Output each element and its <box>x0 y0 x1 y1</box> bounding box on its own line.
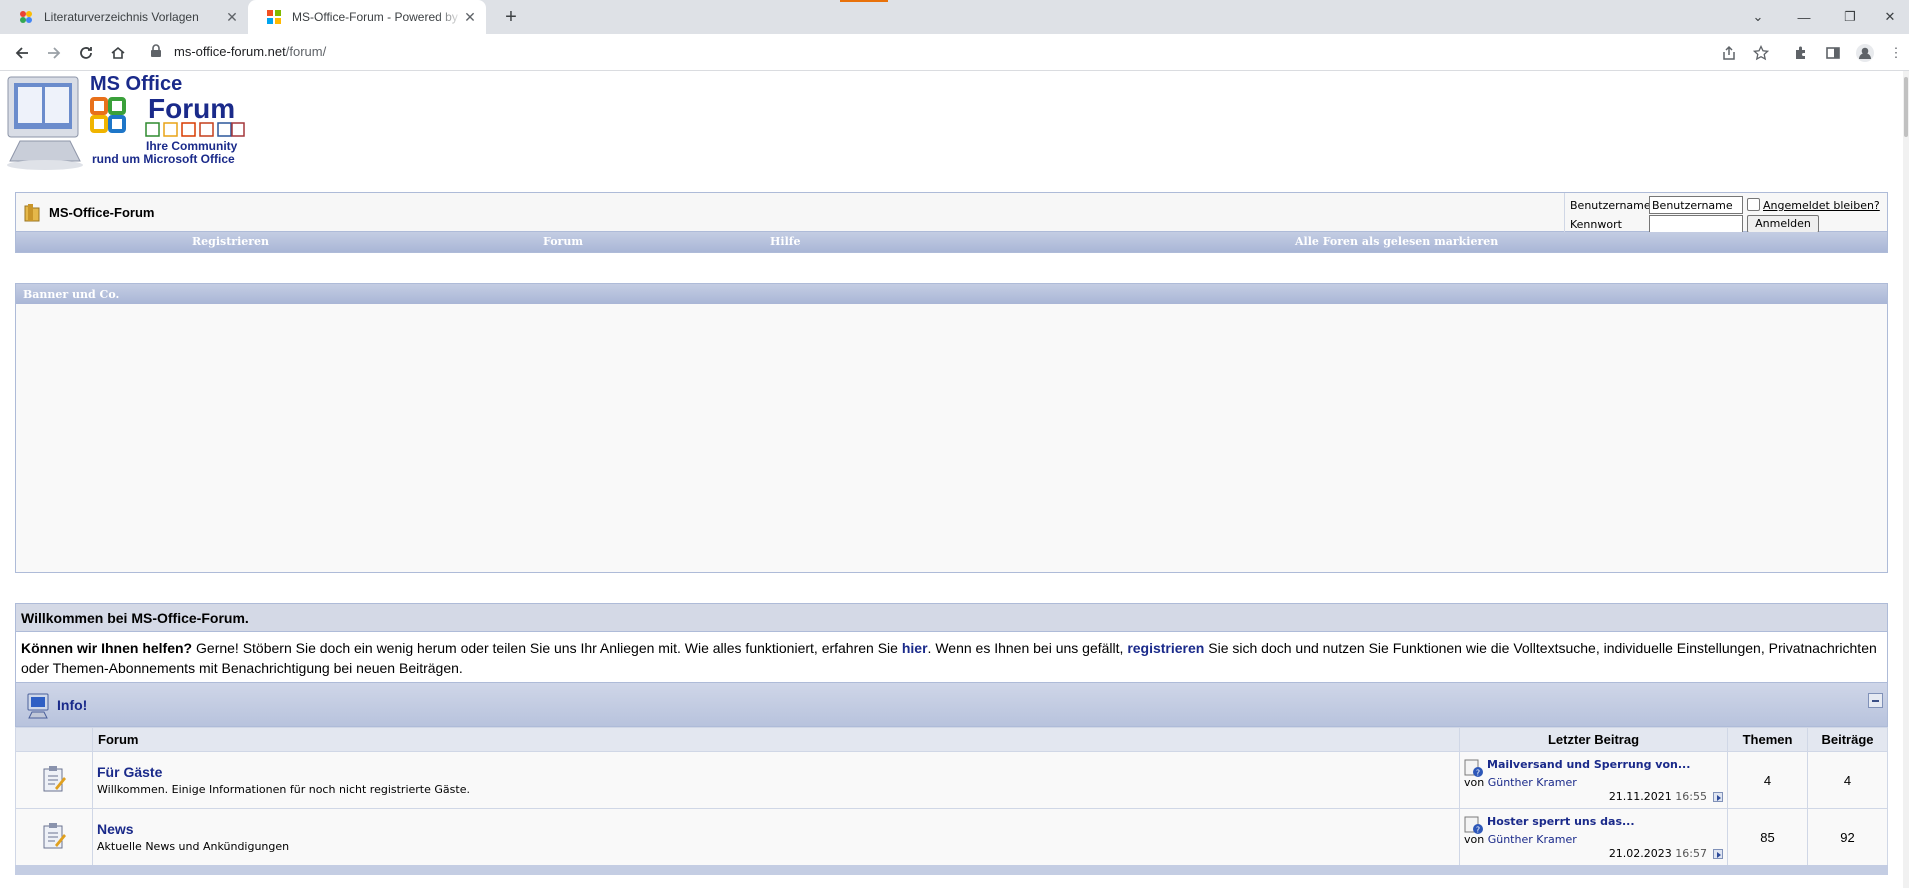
tab-title: MS-Office-Forum - Powered by vBulletin <box>292 10 462 24</box>
forum-status-icon <box>15 808 93 866</box>
table-row: News Aktuelle News und Ankündigungen ? H… <box>15 808 1888 866</box>
forum-title-link[interactable]: News <box>97 821 1455 837</box>
author-link[interactable]: Günther Kramer <box>1488 833 1577 846</box>
scrollbar-thumb[interactable] <box>1904 77 1908 137</box>
minimize-button[interactable]: — <box>1781 0 1827 34</box>
home-button[interactable] <box>106 41 130 65</box>
browser-toolbar: ms-office-forum.net/forum/ ⋮ <box>0 34 1909 71</box>
back-button[interactable] <box>10 41 34 65</box>
collapse-category-icon[interactable] <box>1868 693 1883 708</box>
reload-button[interactable] <box>74 41 98 65</box>
site-logo[interactable]: MS Office Forum Ihre Community rund um M… <box>0 71 260 171</box>
main-menu: Registrieren Forum Hilfe Alle Foren als … <box>15 232 1888 253</box>
computer-category-icon <box>26 692 52 723</box>
menu-help[interactable]: Hilfe <box>770 235 800 248</box>
office-apps-logo-icon <box>90 97 126 133</box>
last-post-date: 21.02.2023 16:57 <box>1608 847 1707 860</box>
menu-register[interactable]: Registrieren <box>192 235 269 248</box>
page-content: MS Office Forum Ihre Community rund um M… <box>0 71 1909 888</box>
share-icon[interactable] <box>1718 42 1740 64</box>
forum-cell: News Aktuelle News und Ankündigungen <box>92 808 1460 866</box>
remember-me-label[interactable]: Angemeldet bleiben? <box>1763 199 1880 212</box>
thread-count: 4 <box>1727 751 1808 809</box>
table-header-row: Forum Letzter Beitrag Themen Beiträge <box>15 727 1888 752</box>
banner-box: Banner und Co. <box>15 283 1888 573</box>
logo-tagline-1: Ihre Community <box>146 139 238 153</box>
new-tab-button[interactable]: + <box>497 4 525 30</box>
close-tab-icon[interactable]: ✕ <box>224 9 240 25</box>
welcome-box: Willkommen bei MS-Office-Forum. Können w… <box>15 603 1888 683</box>
password-input[interactable] <box>1649 215 1743 233</box>
last-post-title-link[interactable]: Mailversand und Sperrung von... <box>1487 758 1690 771</box>
category-header: Info! <box>15 683 1888 727</box>
browser-menu-icon[interactable]: ⋮ <box>1885 42 1907 64</box>
table-row: Für Gäste Willkommen. Einige Information… <box>15 751 1888 809</box>
forward-button[interactable] <box>42 41 66 65</box>
forum-title-link[interactable]: Für Gäste <box>97 764 1455 780</box>
lock-icon[interactable] <box>150 44 162 61</box>
last-post-date: 21.11.2021 16:55 <box>1608 790 1707 803</box>
go-to-last-post-icon[interactable] <box>1713 849 1723 859</box>
address-bar[interactable]: ms-office-forum.net/forum/ <box>144 37 1754 67</box>
extensions-puzzle-icon[interactable] <box>1790 42 1812 64</box>
bookmark-star-icon[interactable] <box>1750 42 1772 64</box>
menu-forum[interactable]: Forum <box>543 235 583 248</box>
login-submit-button[interactable]: Anmelden <box>1747 215 1819 233</box>
username-input[interactable] <box>1649 196 1743 214</box>
page-scrollbar[interactable] <box>1903 71 1909 888</box>
side-panel-icon[interactable] <box>1822 42 1844 64</box>
help-link[interactable]: hier <box>902 640 928 656</box>
office-favicon-icon <box>266 9 282 25</box>
header-icon-col <box>15 727 93 752</box>
google-docs-favicon-icon <box>18 9 34 25</box>
category-title[interactable]: Info! <box>57 697 87 713</box>
monitor-logo-icon <box>7 76 83 170</box>
password-label: Kennwort <box>1570 218 1622 231</box>
forum-cell: Für Gäste Willkommen. Einige Information… <box>92 751 1460 809</box>
forum-description: Willkommen. Einige Informationen für noc… <box>97 783 470 796</box>
url-text: ms-office-forum.net/forum/ <box>174 44 327 59</box>
header-threads: Themen <box>1727 727 1808 752</box>
last-post-cell: ? Hoster sperrt uns das... von Günther K… <box>1459 808 1728 866</box>
welcome-text: Können wir Ihnen helfen? Gerne! Stöbern … <box>21 640 1877 676</box>
forum-table: Forum Letzter Beitrag Themen Beiträge Fü… <box>15 727 1888 866</box>
forum-description: Aktuelle News und Ankündigungen <box>97 840 290 853</box>
tab-literaturverzeichnis[interactable]: Literaturverzeichnis Vorlagen ✕ <box>0 0 248 34</box>
username-label: Benutzername <box>1570 199 1651 212</box>
login-form: Benutzername Angemeldet bleiben? Kennwor… <box>1564 193 1889 233</box>
tab-title: Literaturverzeichnis Vorlagen <box>44 10 199 24</box>
last-post-author: von Günther Kramer <box>1464 833 1577 846</box>
table-footer-bar <box>15 865 1888 875</box>
navbar: MS-Office-Forum Benutzername Angemeldet … <box>15 192 1889 233</box>
close-tab-icon[interactable]: ✕ <box>462 9 478 25</box>
last-post-cell: ? Mailversand und Sperrung von... von Gü… <box>1459 751 1728 809</box>
folder-icon <box>23 203 41 226</box>
last-post-title-link[interactable]: Hoster sperrt uns das... <box>1487 815 1635 828</box>
remember-me-checkbox[interactable] <box>1747 198 1760 211</box>
author-link[interactable]: Günther Kramer <box>1488 776 1577 789</box>
breadcrumb-forum-title[interactable]: MS-Office-Forum <box>49 205 154 220</box>
tab-strip: Literaturverzeichnis Vorlagen ✕ MS-Offic… <box>0 0 1909 34</box>
logo-tagline-2: rund um Microsoft Office <box>92 152 235 166</box>
banner-header: Banner und Co. <box>16 284 1887 304</box>
tab-ms-office-forum[interactable]: MS-Office-Forum - Powered by vBulletin ✕ <box>248 0 486 34</box>
register-link[interactable]: registrieren <box>1127 640 1204 656</box>
post-count: 92 <box>1807 808 1888 866</box>
logo-text-forum: Forum <box>148 93 236 124</box>
loading-indicator <box>840 0 888 2</box>
go-to-last-post-icon[interactable] <box>1713 792 1723 802</box>
close-window-button[interactable]: ✕ <box>1867 0 1909 34</box>
profile-avatar-icon[interactable] <box>1854 42 1876 64</box>
header-last-post: Letzter Beitrag <box>1459 727 1728 752</box>
tab-search-icon[interactable]: ⌄ <box>1735 0 1781 34</box>
menu-mark-all-read[interactable]: Alle Foren als gelesen markieren <box>1295 235 1498 248</box>
last-post-author: von Günther Kramer <box>1464 776 1577 789</box>
header-forum: Forum <box>92 727 1460 752</box>
post-count: 4 <box>1807 751 1888 809</box>
welcome-title: Willkommen bei MS-Office-Forum. <box>16 604 1887 632</box>
thread-count: 85 <box>1727 808 1808 866</box>
header-posts: Beiträge <box>1807 727 1888 752</box>
forum-status-icon <box>15 751 93 809</box>
